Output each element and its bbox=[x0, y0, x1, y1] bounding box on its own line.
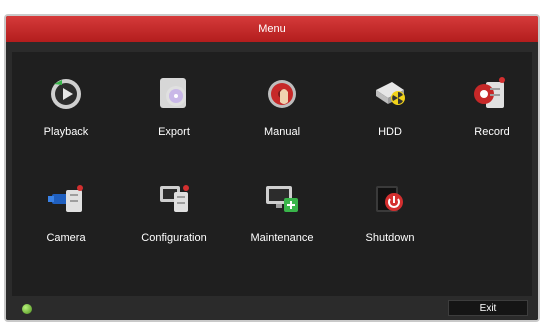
status-indicator-icon bbox=[22, 304, 32, 314]
menu-item-label: Export bbox=[158, 126, 190, 138]
menu-item-manual[interactable]: Manual bbox=[234, 60, 330, 156]
record-icon bbox=[470, 70, 514, 114]
menu-item-camera[interactable]: Camera bbox=[18, 166, 114, 262]
configuration-icon bbox=[152, 176, 196, 220]
menu-item-record[interactable]: Record bbox=[444, 60, 538, 156]
menu-item-label: Camera bbox=[46, 232, 86, 244]
menu-item-configuration[interactable]: Configuration bbox=[126, 166, 222, 262]
menu-item-shutdown[interactable]: Shutdown bbox=[342, 166, 438, 262]
exit-button-label: Exit bbox=[479, 302, 497, 314]
hdd-icon bbox=[368, 70, 412, 114]
menu-item-label: Maintenance bbox=[250, 232, 314, 244]
playback-icon bbox=[44, 70, 88, 114]
menu-item-label: Shutdown bbox=[365, 232, 415, 244]
title-bar: Menu bbox=[6, 16, 538, 42]
menu-panel: Playback Export Manual HDD Record Camera… bbox=[12, 52, 532, 296]
menu-item-label: Record bbox=[474, 126, 510, 138]
menu-item-label: Manual bbox=[263, 126, 301, 138]
menu-item-label: HDD bbox=[378, 126, 402, 138]
shutdown-icon bbox=[368, 176, 412, 220]
menu-item-label: Playback bbox=[43, 126, 89, 138]
menu-item-maintenance[interactable]: Maintenance bbox=[234, 166, 330, 262]
menu-item-hdd[interactable]: HDD bbox=[342, 60, 438, 156]
menu-item-playback[interactable]: Playback bbox=[18, 60, 114, 156]
window-title: Menu bbox=[258, 23, 286, 35]
menu-item-label: Configuration bbox=[141, 232, 207, 244]
camera-icon bbox=[44, 176, 88, 220]
export-icon bbox=[152, 70, 196, 114]
maintenance-icon bbox=[260, 176, 304, 220]
menu-window: Menu Playback Export Manual HDD Record C… bbox=[4, 14, 540, 322]
exit-button[interactable]: Exit bbox=[448, 300, 528, 316]
menu-item-export[interactable]: Export bbox=[126, 60, 222, 156]
bottom-bar: Exit bbox=[6, 296, 538, 320]
manual-icon bbox=[260, 70, 304, 114]
